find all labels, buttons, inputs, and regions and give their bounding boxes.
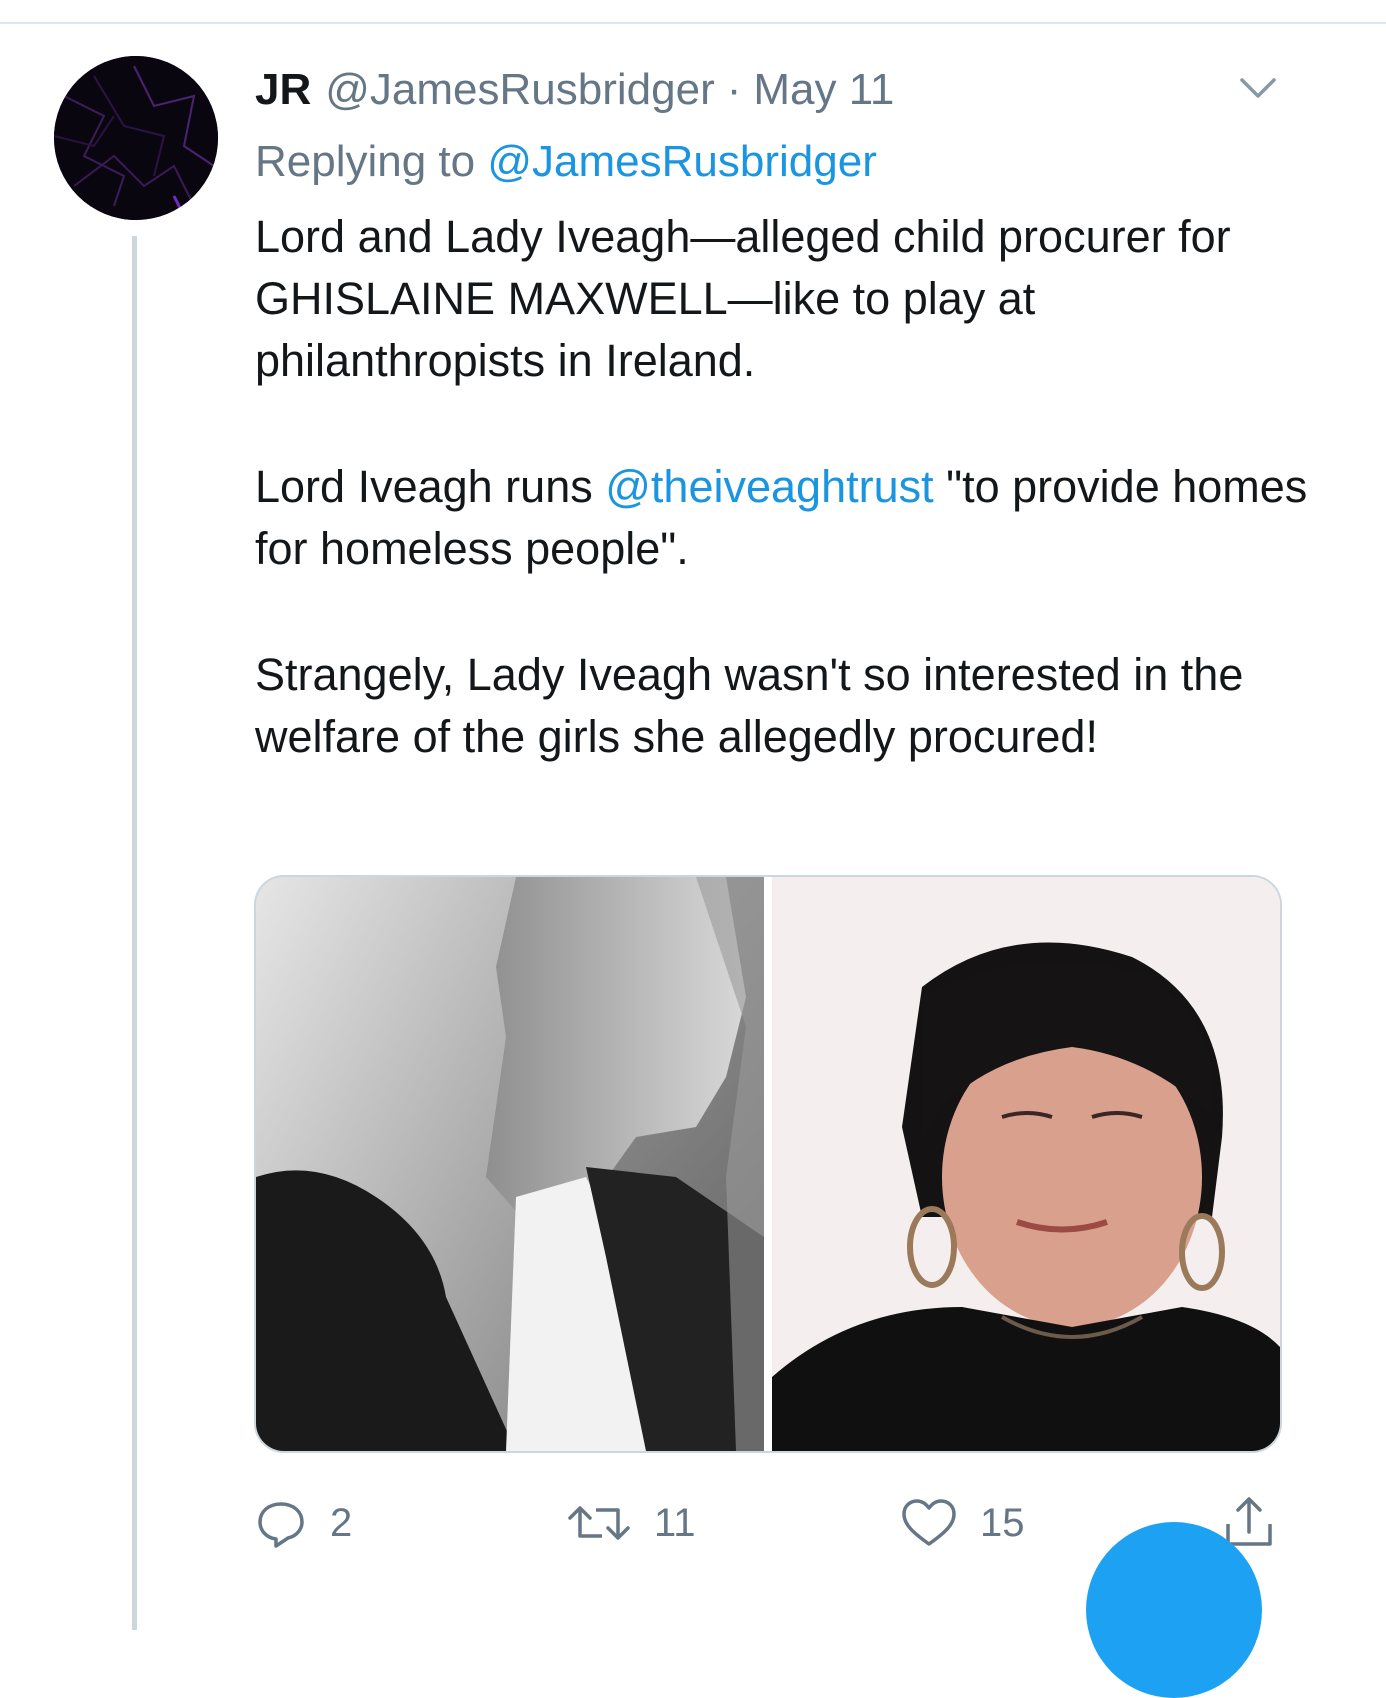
tweet-header: JR @JamesRusbridger · May 11 — [255, 60, 894, 120]
replying-to-mention[interactable]: @JamesRusbridger — [487, 137, 876, 186]
iveagh-trust-mention[interactable]: @theiveaghtrust — [605, 461, 933, 512]
avatar[interactable] — [54, 56, 218, 220]
tweet-media[interactable] — [254, 875, 1282, 1453]
replying-prefix: Replying to — [255, 137, 476, 186]
like-button[interactable]: 15 — [900, 1488, 1025, 1558]
tweet-date[interactable]: May 11 — [753, 60, 894, 120]
tweet-paragraph-1: Lord and Lady Iveagh—alleged child procu… — [255, 211, 1231, 386]
retweet-arrows-icon — [568, 1506, 630, 1540]
thread-line — [132, 236, 137, 1630]
media-photo-right[interactable] — [772, 877, 1280, 1451]
top-divider — [0, 22, 1386, 24]
reply-button[interactable]: 2 — [254, 1488, 352, 1558]
display-name[interactable]: JR — [255, 60, 311, 120]
media-divider — [764, 877, 772, 1451]
speech-bubble-icon — [258, 1502, 304, 1548]
paragraph-2-text: Lord Iveagh runs — [255, 461, 593, 512]
retweet-button[interactable]: 11 — [566, 1488, 696, 1558]
tweet-paragraph-3: Strangely, Lady Iveagh wasn't so interes… — [255, 649, 1244, 762]
user-handle[interactable]: @JamesRusbridger — [325, 60, 714, 120]
replying-to-line: Replying to @JamesRusbridger — [255, 132, 877, 192]
heart-icon — [902, 1499, 956, 1546]
like-count: 15 — [980, 1500, 1025, 1545]
tweet-paragraph-2: Lord Iveagh runs @theiveaghtrust "to pro… — [255, 456, 1315, 580]
tweet-text: Lord and Lady Iveagh—alleged child procu… — [255, 206, 1315, 768]
retweet-count: 11 — [654, 1500, 696, 1545]
compose-tweet-button[interactable] — [1086, 1522, 1262, 1698]
avatar-image — [54, 56, 218, 220]
chevron-down-icon[interactable] — [1236, 72, 1280, 106]
reply-count: 2 — [330, 1500, 353, 1545]
separator-dot: · — [726, 65, 742, 114]
media-photo-left[interactable] — [256, 877, 764, 1451]
